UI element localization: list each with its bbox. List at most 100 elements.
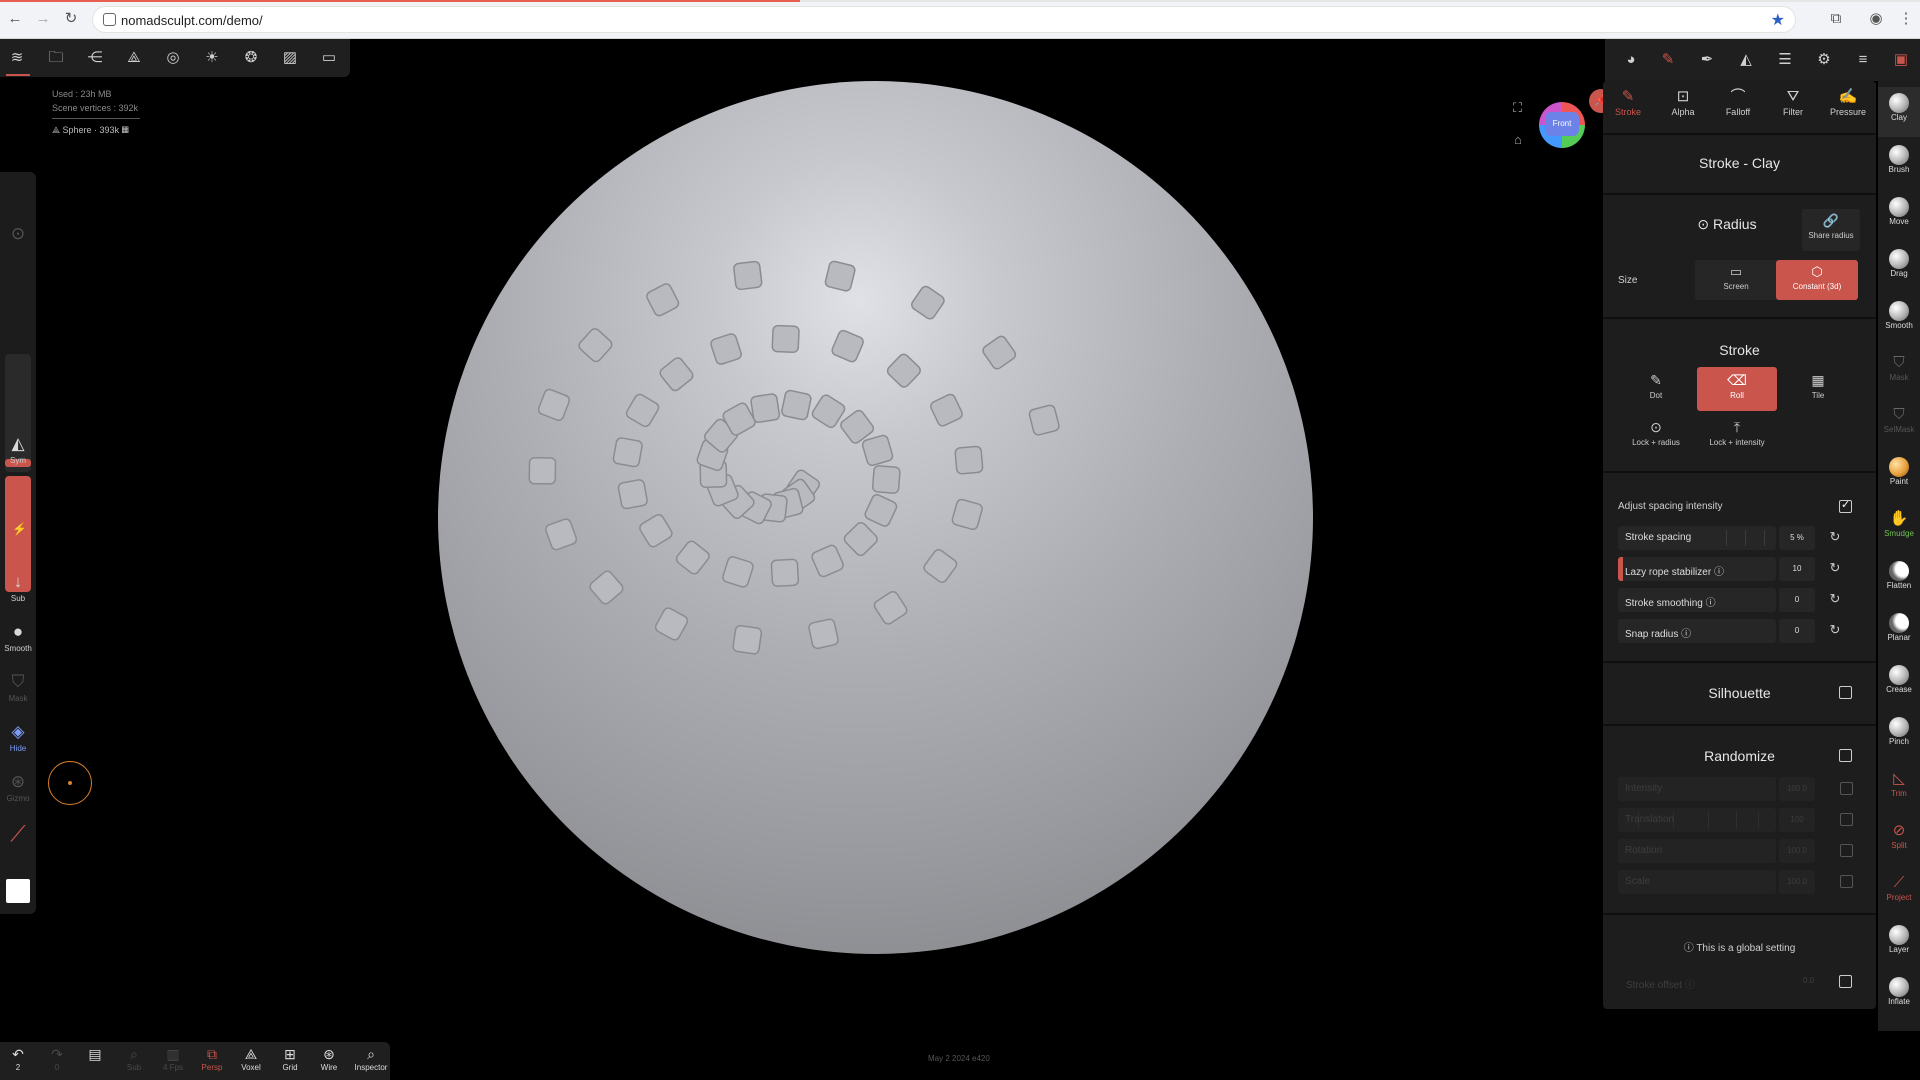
bookmark-star-icon[interactable]: ★ bbox=[1771, 10, 1785, 30]
stroke-dot-button[interactable]: ✎ Dot bbox=[1616, 367, 1696, 411]
tool-selmask[interactable]: ⛉ SelMask bbox=[1878, 399, 1920, 449]
tool-mask[interactable]: ⛉ Mask bbox=[1878, 347, 1920, 397]
image-icon[interactable]: ▨ bbox=[279, 47, 301, 69]
object-label[interactable]: Sphere · 393k bbox=[63, 125, 120, 135]
color-swatch[interactable] bbox=[6, 879, 30, 903]
slider-value[interactable]: 5 % bbox=[1779, 526, 1815, 550]
tool-planar[interactable]: Planar bbox=[1878, 607, 1920, 657]
lock-intensity-button[interactable]: ⤒ Lock + intensity bbox=[1697, 414, 1777, 458]
undo-button[interactable]: ↶ 2 bbox=[1, 1045, 35, 1072]
tool-smudge[interactable]: ✋ Smudge bbox=[1878, 503, 1920, 553]
history-button[interactable]: ▤ bbox=[78, 1045, 112, 1072]
profile-icon[interactable]: ◉ bbox=[1866, 9, 1886, 29]
tool-drag[interactable]: Drag bbox=[1878, 243, 1920, 293]
tool-smooth[interactable]: Smooth bbox=[1878, 295, 1920, 345]
scene-graph-icon[interactable]: ⋲ bbox=[84, 47, 106, 69]
forward-arrow-icon[interactable]: → bbox=[32, 8, 54, 30]
tool-clay[interactable]: Clay bbox=[1878, 87, 1920, 137]
sub-button[interactable]: ↓ Sub bbox=[0, 572, 36, 603]
reset-icon[interactable]: ↻ bbox=[1827, 560, 1843, 576]
symmetry-button[interactable]: ◭ Sym bbox=[0, 434, 36, 465]
lazy-rope-slider[interactable]: Lazy rope stabilizer ⓘ 10 ↻ bbox=[1618, 557, 1840, 581]
wire-button[interactable]: ⊛ Wire bbox=[312, 1045, 346, 1072]
tab-stroke[interactable]: ✎ Stroke bbox=[1603, 87, 1653, 117]
site-info-icon[interactable] bbox=[103, 13, 116, 26]
size-constant-button[interactable]: ⬡ Constant (3d) bbox=[1776, 260, 1858, 300]
brush-icon[interactable]: ✎ bbox=[1657, 49, 1679, 71]
reset-icon[interactable]: ↻ bbox=[1827, 529, 1843, 545]
tab-pressure[interactable]: ✍ Pressure bbox=[1823, 87, 1873, 117]
url-text[interactable]: nomadsculpt.com/demo/ bbox=[121, 13, 263, 28]
hide-button[interactable]: ◈ Hide bbox=[0, 722, 36, 753]
grid-button[interactable]: ⊞ Grid bbox=[273, 1045, 307, 1072]
gizmo-button[interactable]: ⊛ Gizmo bbox=[0, 772, 36, 803]
silhouette-checkbox[interactable] bbox=[1839, 686, 1852, 699]
lock-radius-button[interactable]: ⊙ Lock + radius bbox=[1616, 414, 1696, 458]
more-menu-icon[interactable]: ⋮ bbox=[1896, 9, 1916, 29]
settings-icon[interactable]: ⚙ bbox=[1813, 49, 1835, 71]
fullscreen-icon[interactable]: ⛶ bbox=[1513, 100, 1522, 116]
reset-icon[interactable]: ↻ bbox=[1827, 591, 1843, 607]
reset-icon[interactable]: ↻ bbox=[1827, 622, 1843, 638]
address-bar[interactable]: nomadsculpt.com/demo/ ★ bbox=[92, 6, 1796, 33]
stroke-offset-checkbox[interactable] bbox=[1839, 975, 1852, 988]
object-info[interactable]: ⟁ Sphere · 393k ▦ bbox=[52, 123, 140, 137]
stroke-smoothing-slider[interactable]: Stroke smoothing ⓘ 0 ↻ bbox=[1618, 588, 1840, 612]
help-icon[interactable]: ⓘ bbox=[1681, 629, 1691, 640]
symmetry-icon[interactable]: ◭ bbox=[1735, 49, 1757, 71]
mask-button[interactable]: ⛉ Mask bbox=[0, 672, 36, 703]
persp-button[interactable]: ⧉ Persp bbox=[195, 1045, 229, 1072]
stroke-spacing-slider[interactable]: Stroke spacing 5 % ↻ bbox=[1618, 526, 1840, 550]
smooth-button[interactable]: ● Smooth bbox=[0, 622, 36, 653]
tool-move[interactable]: Move bbox=[1878, 191, 1920, 241]
tool-paint[interactable]: Paint bbox=[1878, 451, 1920, 501]
folder-icon[interactable]: 🗀 bbox=[45, 47, 67, 69]
share-radius-button[interactable]: 🔗 Share radius bbox=[1802, 209, 1860, 251]
slider-track[interactable]: Lazy rope stabilizer ⓘ bbox=[1618, 557, 1776, 581]
home-icon[interactable]: ⌂ bbox=[1514, 132, 1522, 147]
tool-pinch[interactable]: Pinch bbox=[1878, 711, 1920, 761]
tool-split[interactable]: ⊘ Split bbox=[1878, 815, 1920, 865]
help-icon[interactable]: ⓘ bbox=[1714, 567, 1724, 578]
no-color-button[interactable]: ⟋ bbox=[0, 823, 36, 846]
tool-trim[interactable]: ◺ Trim bbox=[1878, 763, 1920, 813]
view-cube-label[interactable]: Front bbox=[1545, 112, 1579, 136]
view-cube[interactable]: Front bbox=[1539, 102, 1585, 148]
tool-inflate[interactable]: Inflate bbox=[1878, 971, 1920, 1021]
size-screen-button[interactable]: ▭ Screen bbox=[1695, 260, 1777, 300]
gift-icon[interactable]: ▣ bbox=[1890, 49, 1912, 71]
sculpted-sphere[interactable] bbox=[438, 81, 1313, 954]
slider-value[interactable]: 0 bbox=[1779, 588, 1815, 612]
nomad-logo-icon[interactable]: ≋ bbox=[6, 47, 28, 69]
snap-radius-slider[interactable]: Snap radius ⓘ 0 ↻ bbox=[1618, 619, 1840, 643]
tab-filter[interactable]: ⛛ Filter bbox=[1768, 87, 1818, 117]
tool-brush[interactable]: Brush bbox=[1878, 139, 1920, 189]
inspector-button[interactable]: ⌕ Inspector bbox=[352, 1045, 390, 1072]
fps-button[interactable]: ▥ 4 Fps bbox=[156, 1045, 190, 1072]
slider-track[interactable]: Stroke smoothing ⓘ bbox=[1618, 588, 1776, 612]
extensions-icon[interactable]: ⧉ bbox=[1826, 9, 1846, 29]
sliders-icon[interactable]: ≡ bbox=[1852, 49, 1874, 71]
slider-track[interactable]: Snap radius ⓘ bbox=[1618, 619, 1776, 643]
dropper-icon[interactable]: ✒ bbox=[1696, 49, 1718, 71]
tool-layer[interactable]: Layer bbox=[1878, 919, 1920, 969]
reload-icon[interactable]: ↻ bbox=[60, 8, 82, 30]
back-arrow-icon[interactable]: ← bbox=[4, 8, 26, 30]
tool-crease[interactable]: Crease bbox=[1878, 659, 1920, 709]
pick-icon[interactable]: ⊙ bbox=[0, 224, 36, 246]
mesh-icon[interactable]: ⟁ bbox=[123, 47, 145, 69]
material-sphere-icon[interactable]: ◕ bbox=[1620, 49, 1642, 71]
camera-icon[interactable]: ▭ bbox=[318, 47, 340, 69]
tool-flatten[interactable]: Flatten bbox=[1878, 555, 1920, 605]
redo-button[interactable]: ↷ 0 bbox=[40, 1045, 74, 1072]
sub-button[interactable]: ⌕ Sub bbox=[117, 1045, 151, 1072]
material-icon[interactable]: ❂ bbox=[240, 47, 262, 69]
tab-falloff[interactable]: ⌒ Falloff bbox=[1713, 87, 1763, 117]
slider-value[interactable]: 0 bbox=[1779, 619, 1815, 643]
slider-value[interactable]: 10 bbox=[1779, 557, 1815, 581]
tool-project[interactable]: ⟋ Project bbox=[1878, 867, 1920, 917]
randomize-checkbox[interactable] bbox=[1839, 749, 1852, 762]
help-icon[interactable]: ⓘ bbox=[1706, 598, 1716, 609]
stroke-roll-button[interactable]: ⌫ Roll bbox=[1697, 367, 1777, 411]
adjust-spacing-checkbox[interactable] bbox=[1839, 498, 1852, 513]
